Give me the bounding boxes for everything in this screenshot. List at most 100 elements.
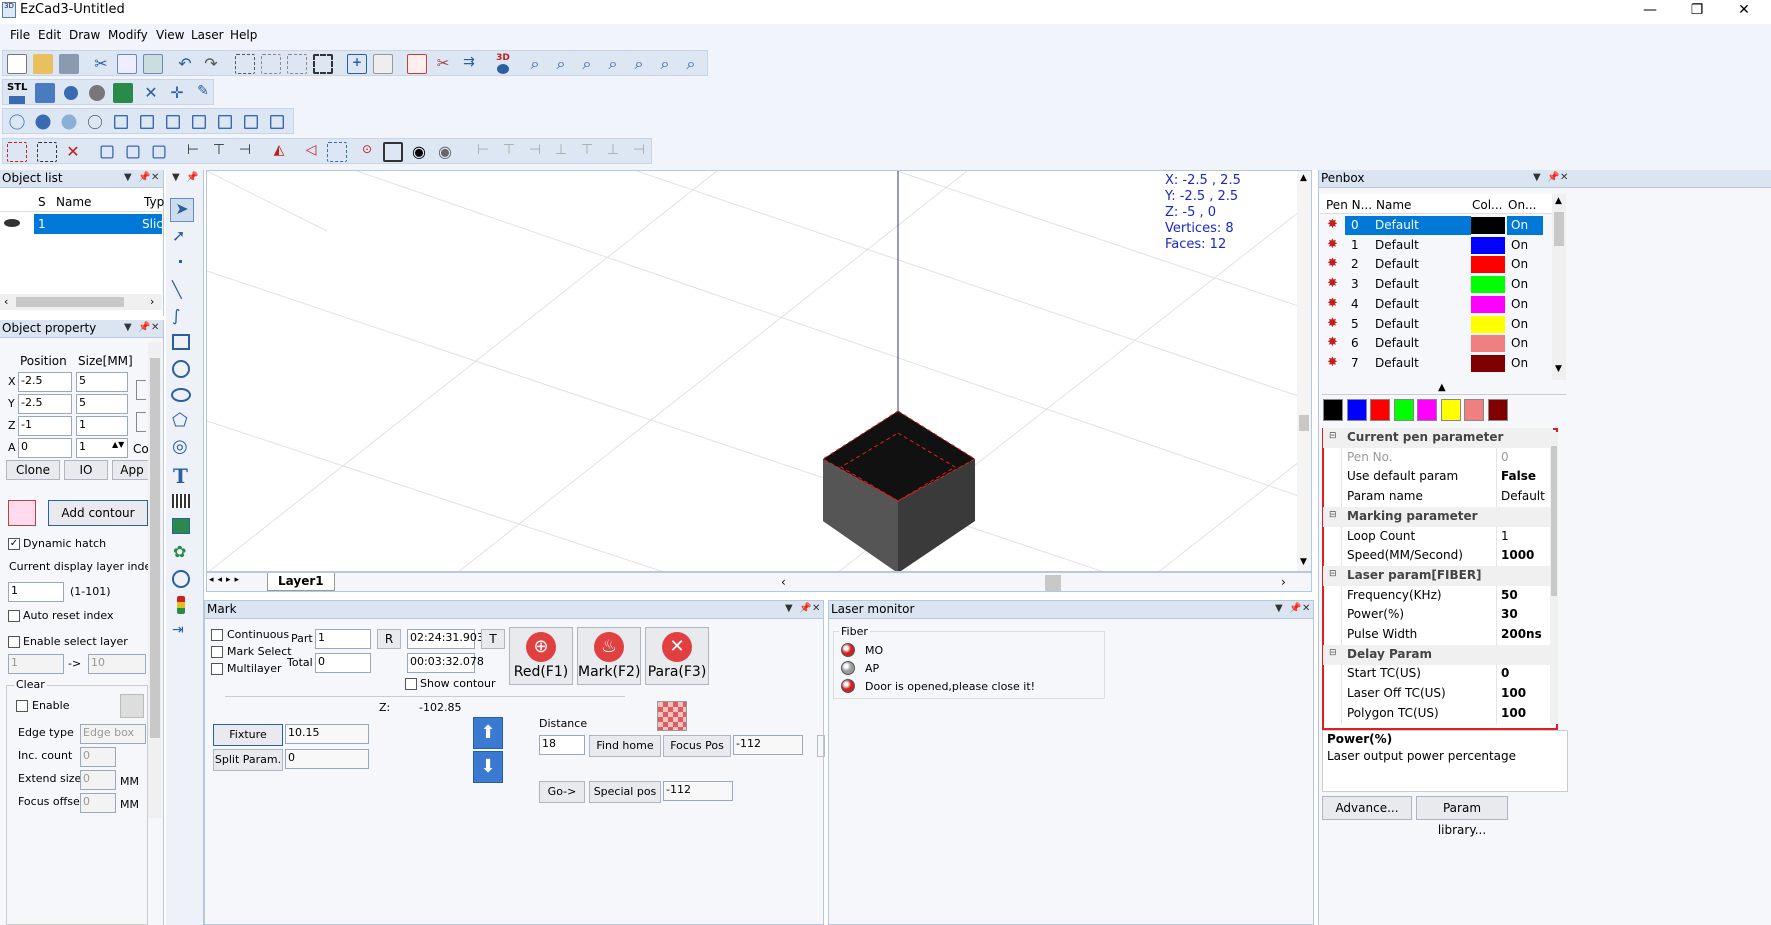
delete-node-icon[interactable]: ✕ (63, 142, 83, 162)
pin-icon[interactable]: 📌 (799, 603, 811, 614)
image-icon[interactable] (113, 83, 133, 103)
pen-row[interactable]: ✸ 2 Default On (1323, 255, 1553, 274)
save-icon[interactable] (59, 54, 79, 74)
special-pos-button[interactable]: Special pos (589, 781, 661, 803)
hscroll-right-icon[interactable]: › (1281, 575, 1286, 589)
tools-icon[interactable]: ✂ (433, 54, 453, 74)
hscroll-left-icon[interactable]: ‹ (781, 575, 786, 589)
cube-icon-3[interactable] (166, 115, 180, 129)
zoom-out-icon[interactable]: ⌕ (603, 54, 623, 74)
part-input[interactable]: 1 (315, 629, 371, 649)
select-all-icon[interactable] (235, 54, 255, 74)
param-value[interactable]: 100 (1501, 686, 1526, 700)
advance-button[interactable]: Advance... (1322, 796, 1412, 820)
select-icon-3[interactable] (287, 54, 307, 74)
sphere-icon[interactable] (64, 86, 78, 100)
param-scrollbar[interactable] (1550, 432, 1558, 724)
cube-icon-7[interactable] (270, 115, 284, 129)
param-section[interactable]: ⊟ Delay Param (1323, 644, 1553, 665)
param-row[interactable]: Param name Default (1323, 487, 1553, 508)
select-icon-2[interactable] (261, 54, 281, 74)
total-input[interactable]: 0 (315, 653, 371, 673)
col-type[interactable]: Typ (144, 195, 164, 209)
mark-select-checkbox[interactable] (211, 646, 223, 658)
z-axis-icon[interactable] (657, 701, 687, 731)
ball-icon[interactable] (89, 85, 105, 101)
size-y-input[interactable]: 5 (76, 394, 128, 414)
dropdown-icon[interactable]: ▼ (1533, 172, 1541, 183)
close-icon[interactable]: ✕ (1560, 172, 1568, 183)
pen-row[interactable]: ✸ 3 Default On (1323, 275, 1553, 294)
add-contour-button[interactable]: Add contour (48, 500, 148, 526)
menu-laser[interactable]: Laser (191, 28, 224, 42)
pin-icon[interactable]: 📌 (186, 172, 198, 183)
position-z-input[interactable]: -1 (18, 416, 72, 436)
circle-tool-icon[interactable] (172, 360, 190, 378)
align-center-icon[interactable]: ⊤ (209, 142, 229, 162)
color-swatch[interactable] (1393, 399, 1414, 421)
find-home-button[interactable]: Find home (589, 735, 661, 757)
edge-type-select[interactable]: Edge box (80, 724, 146, 744)
pen-color-swatch[interactable] (1471, 295, 1505, 313)
remove-icon[interactable] (373, 54, 393, 74)
align-icon[interactable]: ⇉ (459, 54, 479, 74)
color-swatch[interactable] (1417, 399, 1437, 421)
scroll-left-icon[interactable]: ‹ (4, 295, 8, 308)
menu-view[interactable]: View (156, 28, 184, 42)
pin-icon[interactable]: 📌 (1547, 172, 1559, 183)
cut-icon[interactable]: ✂ (91, 54, 111, 74)
cube-icon-6[interactable] (244, 115, 258, 129)
pen-on[interactable]: On (1511, 297, 1528, 311)
distance-input[interactable]: 18 (539, 735, 585, 755)
split-param-button[interactable]: Split Param. (213, 749, 283, 771)
clear-enable-checkbox[interactable] (16, 700, 28, 712)
red-button[interactable]: ⊕ Red(F1) (509, 627, 573, 685)
motion-tool-icon[interactable]: ⇥ (172, 622, 184, 638)
line-tool-icon[interactable]: ╲ (172, 280, 182, 299)
pen-on[interactable]: On (1511, 277, 1528, 291)
clear-icon[interactable] (120, 694, 144, 718)
property-scrollbar[interactable] (148, 342, 162, 818)
hollow-sphere-icon[interactable] (88, 115, 102, 129)
distribute-icon-1[interactable]: ⊢ (473, 142, 493, 162)
scroll-right-icon[interactable]: › (150, 295, 154, 308)
vector-tool-icon[interactable]: ✿ (173, 542, 186, 561)
fixture-offset-input[interactable]: 10.15 (285, 724, 369, 744)
property-scroll-thumb[interactable] (150, 358, 160, 738)
stl-icon[interactable]: STL (7, 83, 27, 104)
color-swatch[interactable] (1440, 399, 1461, 421)
eye-icon[interactable] (4, 219, 20, 227)
align-right-icon[interactable]: ⊣ (235, 142, 255, 162)
z-down-icon[interactable]: ⬇ (473, 751, 503, 783)
flip-icon[interactable]: ◁ (301, 142, 321, 162)
pen-scroll-up-icon[interactable]: ▲ (1555, 196, 1562, 206)
cube-icon-1[interactable] (114, 115, 128, 129)
pin-icon[interactable]: 📌 (138, 322, 150, 333)
focus-pos-button[interactable]: Focus Pos (663, 735, 731, 757)
new-icon[interactable] (7, 54, 27, 74)
pen-scroll-down-icon[interactable]: ▼ (1555, 364, 1562, 374)
reset-time-button[interactable]: T (481, 629, 505, 649)
continuous-checkbox[interactable] (211, 629, 223, 641)
dropdown-icon[interactable]: ▼ (785, 603, 793, 614)
lock-ratio-icon-2[interactable] (136, 412, 146, 432)
col-pen-name[interactable]: Name (1376, 198, 1411, 212)
param-row[interactable]: Pulse Width 200ns (1323, 625, 1553, 645)
menu-edit[interactable]: Edit (38, 28, 61, 42)
node-tool-icon[interactable]: ➚ (172, 226, 185, 245)
clone-button[interactable]: Clone (6, 460, 60, 480)
dropdown-icon[interactable]: ▼ (1275, 603, 1283, 614)
layer-to-input[interactable]: 10 (88, 654, 146, 674)
pen-color-swatch[interactable] (1471, 335, 1505, 353)
color-swatch[interactable] (1346, 399, 1367, 421)
pen-scrollbar[interactable]: ▲ ▼ (1552, 194, 1566, 380)
redo-icon[interactable]: ↷ (201, 54, 221, 74)
zoom-icon[interactable]: ⌕ (525, 54, 545, 74)
position-x-input[interactable]: -2.5 (18, 372, 72, 392)
point-tool-icon[interactable] (179, 260, 182, 263)
param-row[interactable]: Start TC(US) 0 (1323, 664, 1553, 685)
color-swatch[interactable] (1370, 399, 1390, 421)
param-row[interactable]: Frequency(KHz) 50 (1323, 585, 1553, 606)
extend-size-input[interactable]: 0 (80, 770, 116, 790)
param-value[interactable]: 0 (1501, 666, 1509, 680)
